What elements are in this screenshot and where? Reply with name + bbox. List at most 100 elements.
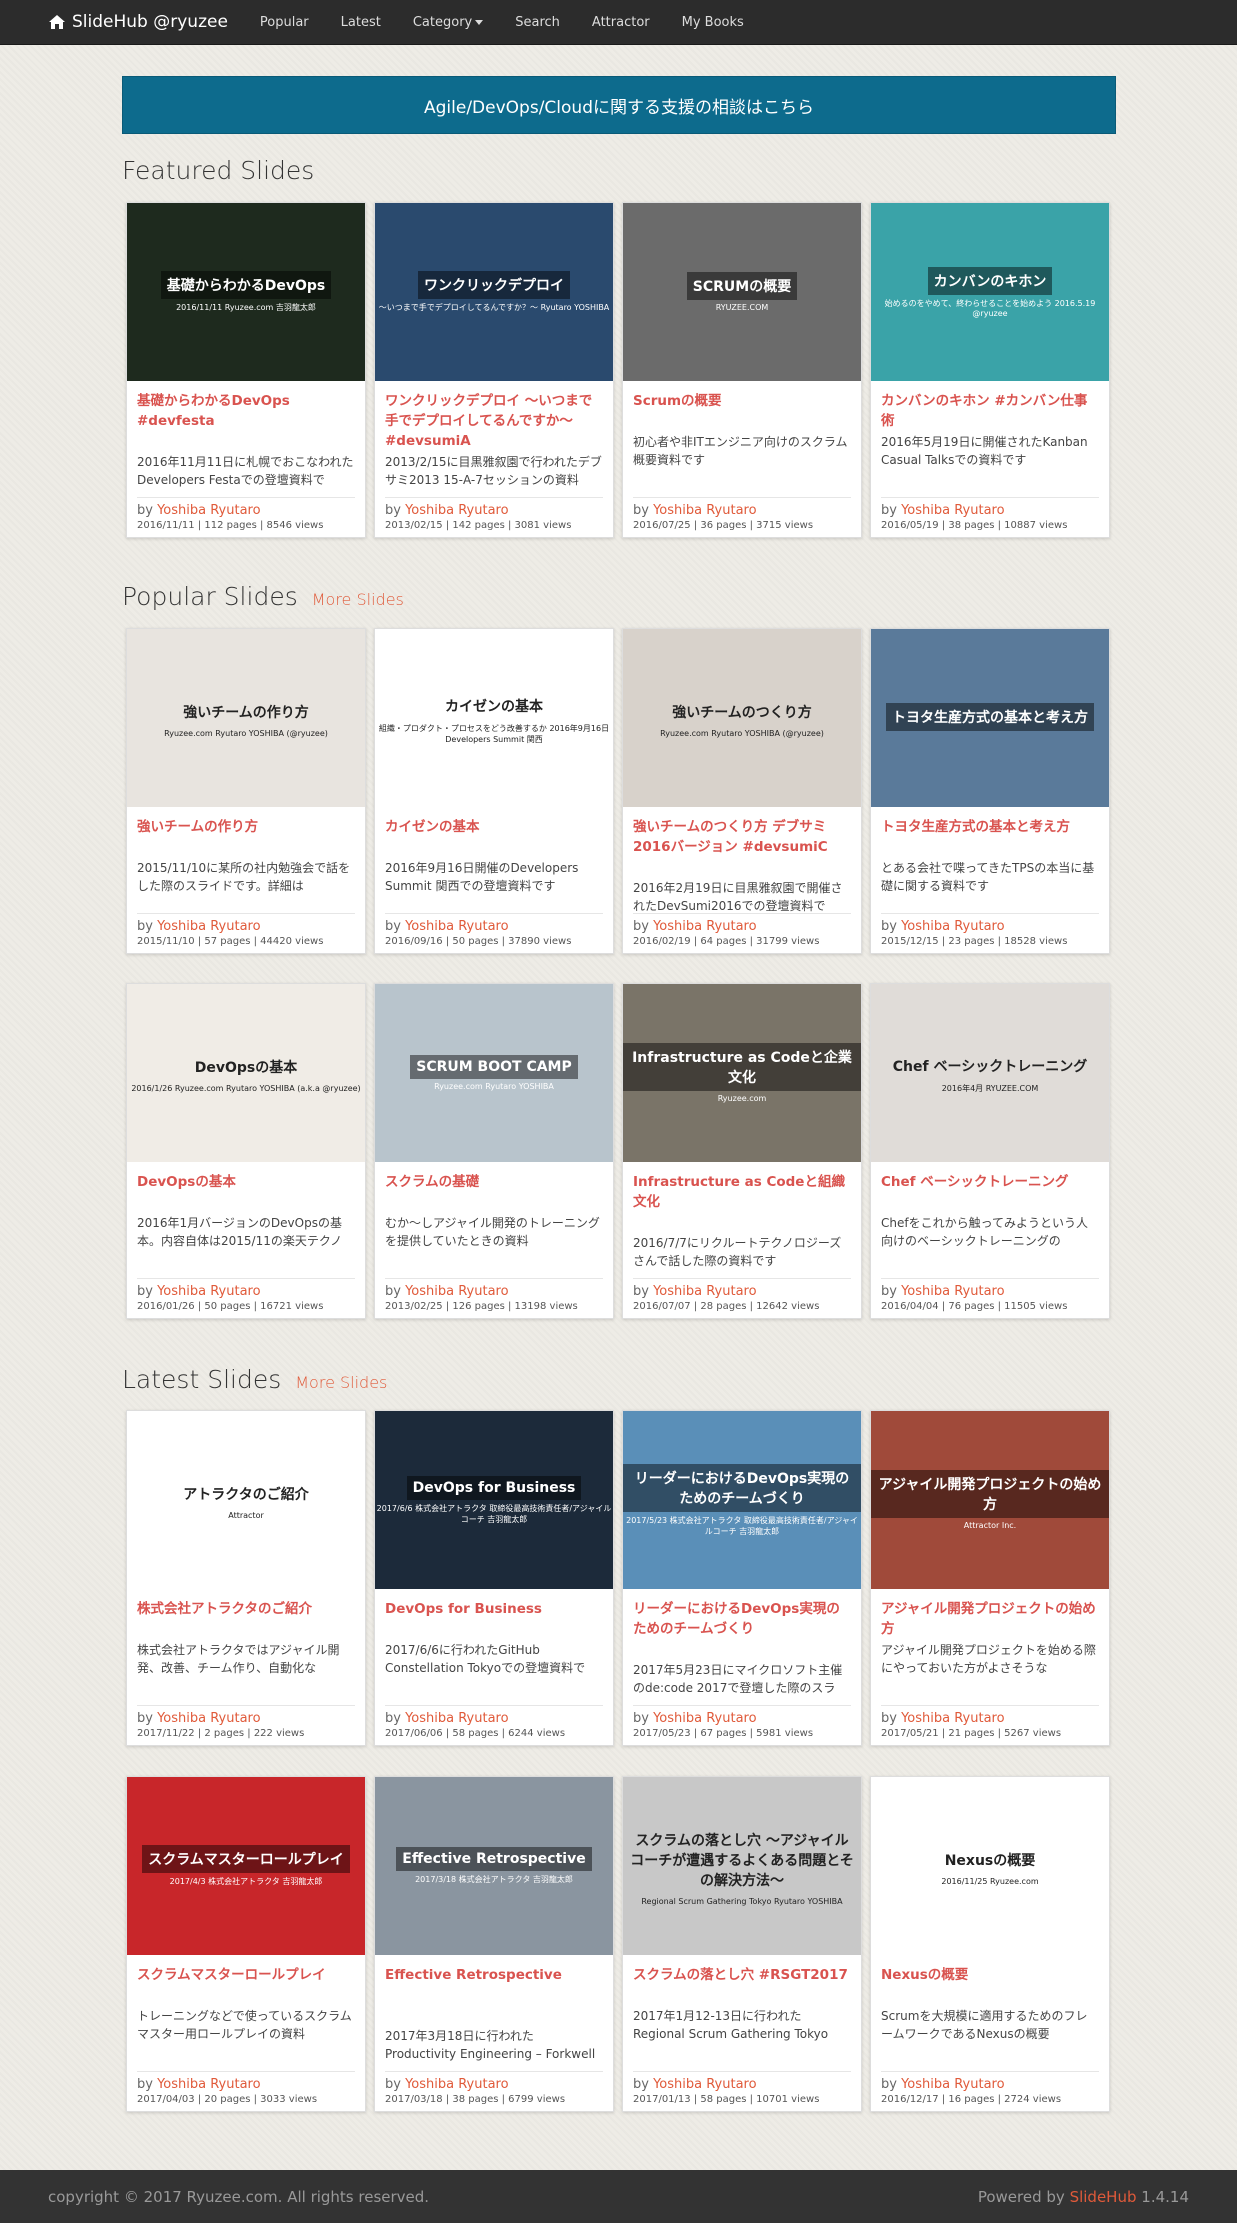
author-link[interactable]: Yoshiba Ryutaro <box>653 919 756 934</box>
byline: by Yoshiba Ryutaro <box>137 1711 355 1726</box>
slide-thumbnail[interactable]: スクラムマスターロールプレイ 2017/4/3 株式会社アトラクタ 吉羽龍太郎 <box>127 1777 365 1955</box>
slide-description: 2016年11月11日に札幌でおこなわれたDevelopers Festaでの登… <box>137 455 354 487</box>
slide-card[interactable]: Chef ベーシックトレーニング 2016年4月 RYUZEE.COM Chef ベ… <box>870 983 1110 1319</box>
slide-title-link[interactable]: カンバンのキホン #カンバン仕事術 <box>881 391 1099 433</box>
slide-title-link[interactable]: 株式会社アトラクタのご紹介 <box>137 1599 355 1641</box>
slide-card[interactable]: 基礎からわかるDevOps 2016/11/11 Ryuzee.com 吉羽龍太郎… <box>126 202 366 538</box>
slide-thumbnail[interactable]: ワンクリックデプロイ 〜いつまで手でデプロイしてるんですか？〜 Ryutaro Y… <box>375 203 613 381</box>
slide-card[interactable]: 強いチームの作り方 Ryuzee.com Ryutaro YOSHIBA (@ry… <box>126 628 366 954</box>
slide-title-link[interactable]: リーダーにおけるDevOps実現のためのチームづくり <box>633 1599 851 1661</box>
author-link[interactable]: Yoshiba Ryutaro <box>653 2077 756 2092</box>
author-link[interactable]: Yoshiba Ryutaro <box>157 2077 260 2092</box>
slide-card[interactable]: SCRUM BOOT CAMP Ryuzee.com Ryutaro YOSHIB… <box>374 983 614 1319</box>
slide-card[interactable]: スクラムマスターロールプレイ 2017/4/3 株式会社アトラクタ 吉羽龍太郎スク… <box>126 1776 366 2112</box>
slide-title-link[interactable]: Scrumの概要 <box>633 391 851 433</box>
slide-thumbnail[interactable]: DevOpsの基本 2016/1/26 Ryuzee.com Ryutaro YO… <box>127 984 365 1162</box>
slide-thumbnail[interactable]: 強いチームの作り方 Ryuzee.com Ryutaro YOSHIBA (@ry… <box>127 629 365 807</box>
latest-more-link[interactable]: More Slides <box>295 1373 387 1392</box>
nav-attractor[interactable]: Attractor <box>576 15 666 30</box>
author-link[interactable]: Yoshiba Ryutaro <box>157 919 260 934</box>
author-link[interactable]: Yoshiba Ryutaro <box>157 1711 260 1726</box>
slide-thumbnail[interactable]: 強いチームのつくり方 Ryuzee.com Ryutaro YOSHIBA (@r… <box>623 629 861 807</box>
slide-thumbnail[interactable]: アトラクタのご紹介 Attractor <box>127 1411 365 1589</box>
slide-card[interactable]: Effective Retrospective 2017/3/18 株式会社アトラ… <box>374 1776 614 2112</box>
popular-more-link[interactable]: More Slides <box>312 590 404 609</box>
slide-thumbnail[interactable]: カンバンのキホン 始めるのをやめて、終わらせることを始めよう 2016.5.19 … <box>871 203 1109 381</box>
slide-title-link[interactable]: Infrastructure as Codeと組織文化 <box>633 1172 851 1234</box>
slide-card[interactable]: Nexusの概要 2016/11/25 Ryuzee.com Nexusの概要 Scr… <box>870 1776 1110 2112</box>
slide-footer: by Yoshiba Ryutaro 2016/05/19 | 38 pages … <box>881 497 1099 531</box>
consulting-banner[interactable]: Agile/DevOps/Cloudに関する支援の相談はこちら <box>122 76 1116 134</box>
author-link[interactable]: Yoshiba Ryutaro <box>405 503 508 518</box>
author-link[interactable]: Yoshiba Ryutaro <box>901 1284 1004 1299</box>
slide-card[interactable]: 強いチームのつくり方 Ryuzee.com Ryutaro YOSHIBA (@r… <box>622 628 862 954</box>
author-link[interactable]: Yoshiba Ryutaro <box>653 1711 756 1726</box>
slide-thumbnail[interactable]: リーダーにおけるDevOps実現のためのチームづくり 2017/5/23 株式会社… <box>623 1411 861 1589</box>
author-link[interactable]: Yoshiba Ryutaro <box>405 2077 508 2092</box>
slide-card[interactable]: Infrastructure as Codeと企業文化 Ryuzee.com Inf… <box>622 983 862 1319</box>
slide-card[interactable]: カンバンのキホン 始めるのをやめて、終わらせることを始めよう 2016.5.19 … <box>870 202 1110 538</box>
nav-popular[interactable]: Popular <box>244 15 325 30</box>
nav-my-books[interactable]: My Books <box>666 15 760 30</box>
slide-title-link[interactable]: 強いチームのつくり方 デブサミ2016バージョン #devsumiC <box>633 817 851 879</box>
slide-thumbnail[interactable]: SCRUMの概要 RYUZEE.COM <box>623 203 861 381</box>
slide-title-link[interactable]: カイゼンの基本 <box>385 817 603 859</box>
nav-category-dropdown[interactable]: Category <box>397 15 499 30</box>
nav-latest[interactable]: Latest <box>325 15 397 30</box>
author-link[interactable]: Yoshiba Ryutaro <box>157 1284 260 1299</box>
author-link[interactable]: Yoshiba Ryutaro <box>405 919 508 934</box>
slide-thumbnail[interactable]: DevOps for Business 2017/6/6 株式会社アトラクタ 取締… <box>375 1411 613 1589</box>
slide-title-link[interactable]: トヨタ生産方式の基本と考え方 <box>881 817 1099 859</box>
slide-title-link[interactable]: アジャイル開発プロジェクトの始め方 <box>881 1599 1099 1641</box>
slide-title-link[interactable]: ワンクリックデプロイ 〜いつまで手でデプロイしてるんですか〜 #devsumiA <box>385 391 603 453</box>
thumbnail-title: リーダーにおけるDevOps実現のためのチームづくり <box>623 1463 861 1512</box>
nav-search[interactable]: Search <box>499 15 576 30</box>
slide-thumbnail[interactable]: アジャイル開発プロジェクトの始め方 Attractor Inc. <box>871 1411 1109 1589</box>
slide-card[interactable]: SCRUMの概要 RYUZEE.COM Scrumの概要 初心者や非ITエンジニア向け… <box>622 202 862 538</box>
slide-thumbnail[interactable]: SCRUM BOOT CAMP Ryuzee.com Ryutaro YOSHIB… <box>375 984 613 1162</box>
slide-footer: by Yoshiba Ryutaro 2016/09/16 | 50 pages … <box>385 913 603 947</box>
slide-card[interactable]: DevOpsの基本 2016/1/26 Ryuzee.com Ryutaro YO… <box>126 983 366 1319</box>
slide-card[interactable]: リーダーにおけるDevOps実現のためのチームづくり 2017/5/23 株式会社… <box>622 1410 862 1746</box>
byline: by Yoshiba Ryutaro <box>633 2077 851 2092</box>
slide-card[interactable]: カイゼンの基本 組織・プロダクト・プロセスをどう改善するか 2016年9月16日 … <box>374 628 614 954</box>
slidehub-link[interactable]: SlideHub <box>1070 2188 1137 2206</box>
slide-thumbnail[interactable]: 基礎からわかるDevOps 2016/11/11 Ryuzee.com 吉羽龍太郎 <box>127 203 365 381</box>
author-link[interactable]: Yoshiba Ryutaro <box>901 2077 1004 2092</box>
slide-title-link[interactable]: DevOpsの基本 <box>137 1172 355 1214</box>
slide-thumbnail[interactable]: Effective Retrospective 2017/3/18 株式会社アトラ… <box>375 1777 613 1955</box>
slide-thumbnail[interactable]: スクラムの落とし穴 〜アジャイルコーチが遭遇するよくある問題とその解決方法〜 Re… <box>623 1777 861 1955</box>
brand-link[interactable]: SlideHub @ryuzee <box>48 12 228 32</box>
slide-thumbnail[interactable]: Chef ベーシックトレーニング 2016年4月 RYUZEE.COM <box>871 984 1109 1162</box>
byline: by Yoshiba Ryutaro <box>633 919 851 934</box>
slide-title-link[interactable]: スクラムマスターロールプレイ <box>137 1965 355 2007</box>
slide-card[interactable]: トヨタ生産方式の基本と考え方 トヨタ生産方式の基本と考え方 とある会社で喋ってきたT… <box>870 628 1110 954</box>
slide-title-link[interactable]: スクラムの落とし穴 #RSGT2017 <box>633 1965 851 2007</box>
slide-card[interactable]: ワンクリックデプロイ 〜いつまで手でデプロイしてるんですか？〜 Ryutaro Y… <box>374 202 614 538</box>
thumbnail-subtitle: 2016/11/25 Ryuzee.com <box>941 1877 1039 1886</box>
slide-card[interactable]: アジャイル開発プロジェクトの始め方 Attractor Inc. アジャイル開発プロ… <box>870 1410 1110 1746</box>
slide-title-link[interactable]: 基礎からわかるDevOps #devfesta <box>137 391 355 453</box>
slide-title-link[interactable]: Chef ベーシックトレーニング <box>881 1172 1099 1214</box>
slide-card[interactable]: DevOps for Business 2017/6/6 株式会社アトラクタ 取締… <box>374 1410 614 1746</box>
author-link[interactable]: Yoshiba Ryutaro <box>901 1711 1004 1726</box>
author-link[interactable]: Yoshiba Ryutaro <box>405 1711 508 1726</box>
slide-card[interactable]: スクラムの落とし穴 〜アジャイルコーチが遭遇するよくある問題とその解決方法〜 Re… <box>622 1776 862 2112</box>
slide-thumbnail[interactable]: カイゼンの基本 組織・プロダクト・プロセスをどう改善するか 2016年9月16日 … <box>375 629 613 807</box>
author-link[interactable]: Yoshiba Ryutaro <box>901 919 1004 934</box>
slide-title-link[interactable]: スクラムの基礎 <box>385 1172 603 1214</box>
author-link[interactable]: Yoshiba Ryutaro <box>157 503 260 518</box>
slide-thumbnail[interactable]: トヨタ生産方式の基本と考え方 <box>871 629 1109 807</box>
slide-card[interactable]: アトラクタのご紹介 Attractor 株式会社アトラクタのご紹介 株式会社アトラクタ… <box>126 1410 366 1746</box>
author-link[interactable]: Yoshiba Ryutaro <box>653 503 756 518</box>
slide-thumbnail[interactable]: Nexusの概要 2016/11/25 Ryuzee.com <box>871 1777 1109 1955</box>
slide-title-link[interactable]: Effective Retrospective <box>385 1965 603 2027</box>
slide-title-link[interactable]: DevOps for Business <box>385 1599 603 1641</box>
slide-title-link[interactable]: Nexusの概要 <box>881 1965 1099 2007</box>
author-link[interactable]: Yoshiba Ryutaro <box>653 1284 756 1299</box>
author-link[interactable]: Yoshiba Ryutaro <box>901 503 1004 518</box>
slide-thumbnail[interactable]: Infrastructure as Codeと企業文化 Ryuzee.com <box>623 984 861 1162</box>
by-label: by <box>881 2077 897 2092</box>
author-link[interactable]: Yoshiba Ryutaro <box>405 1284 508 1299</box>
slide-title-link[interactable]: 強いチームの作り方 <box>137 817 355 859</box>
